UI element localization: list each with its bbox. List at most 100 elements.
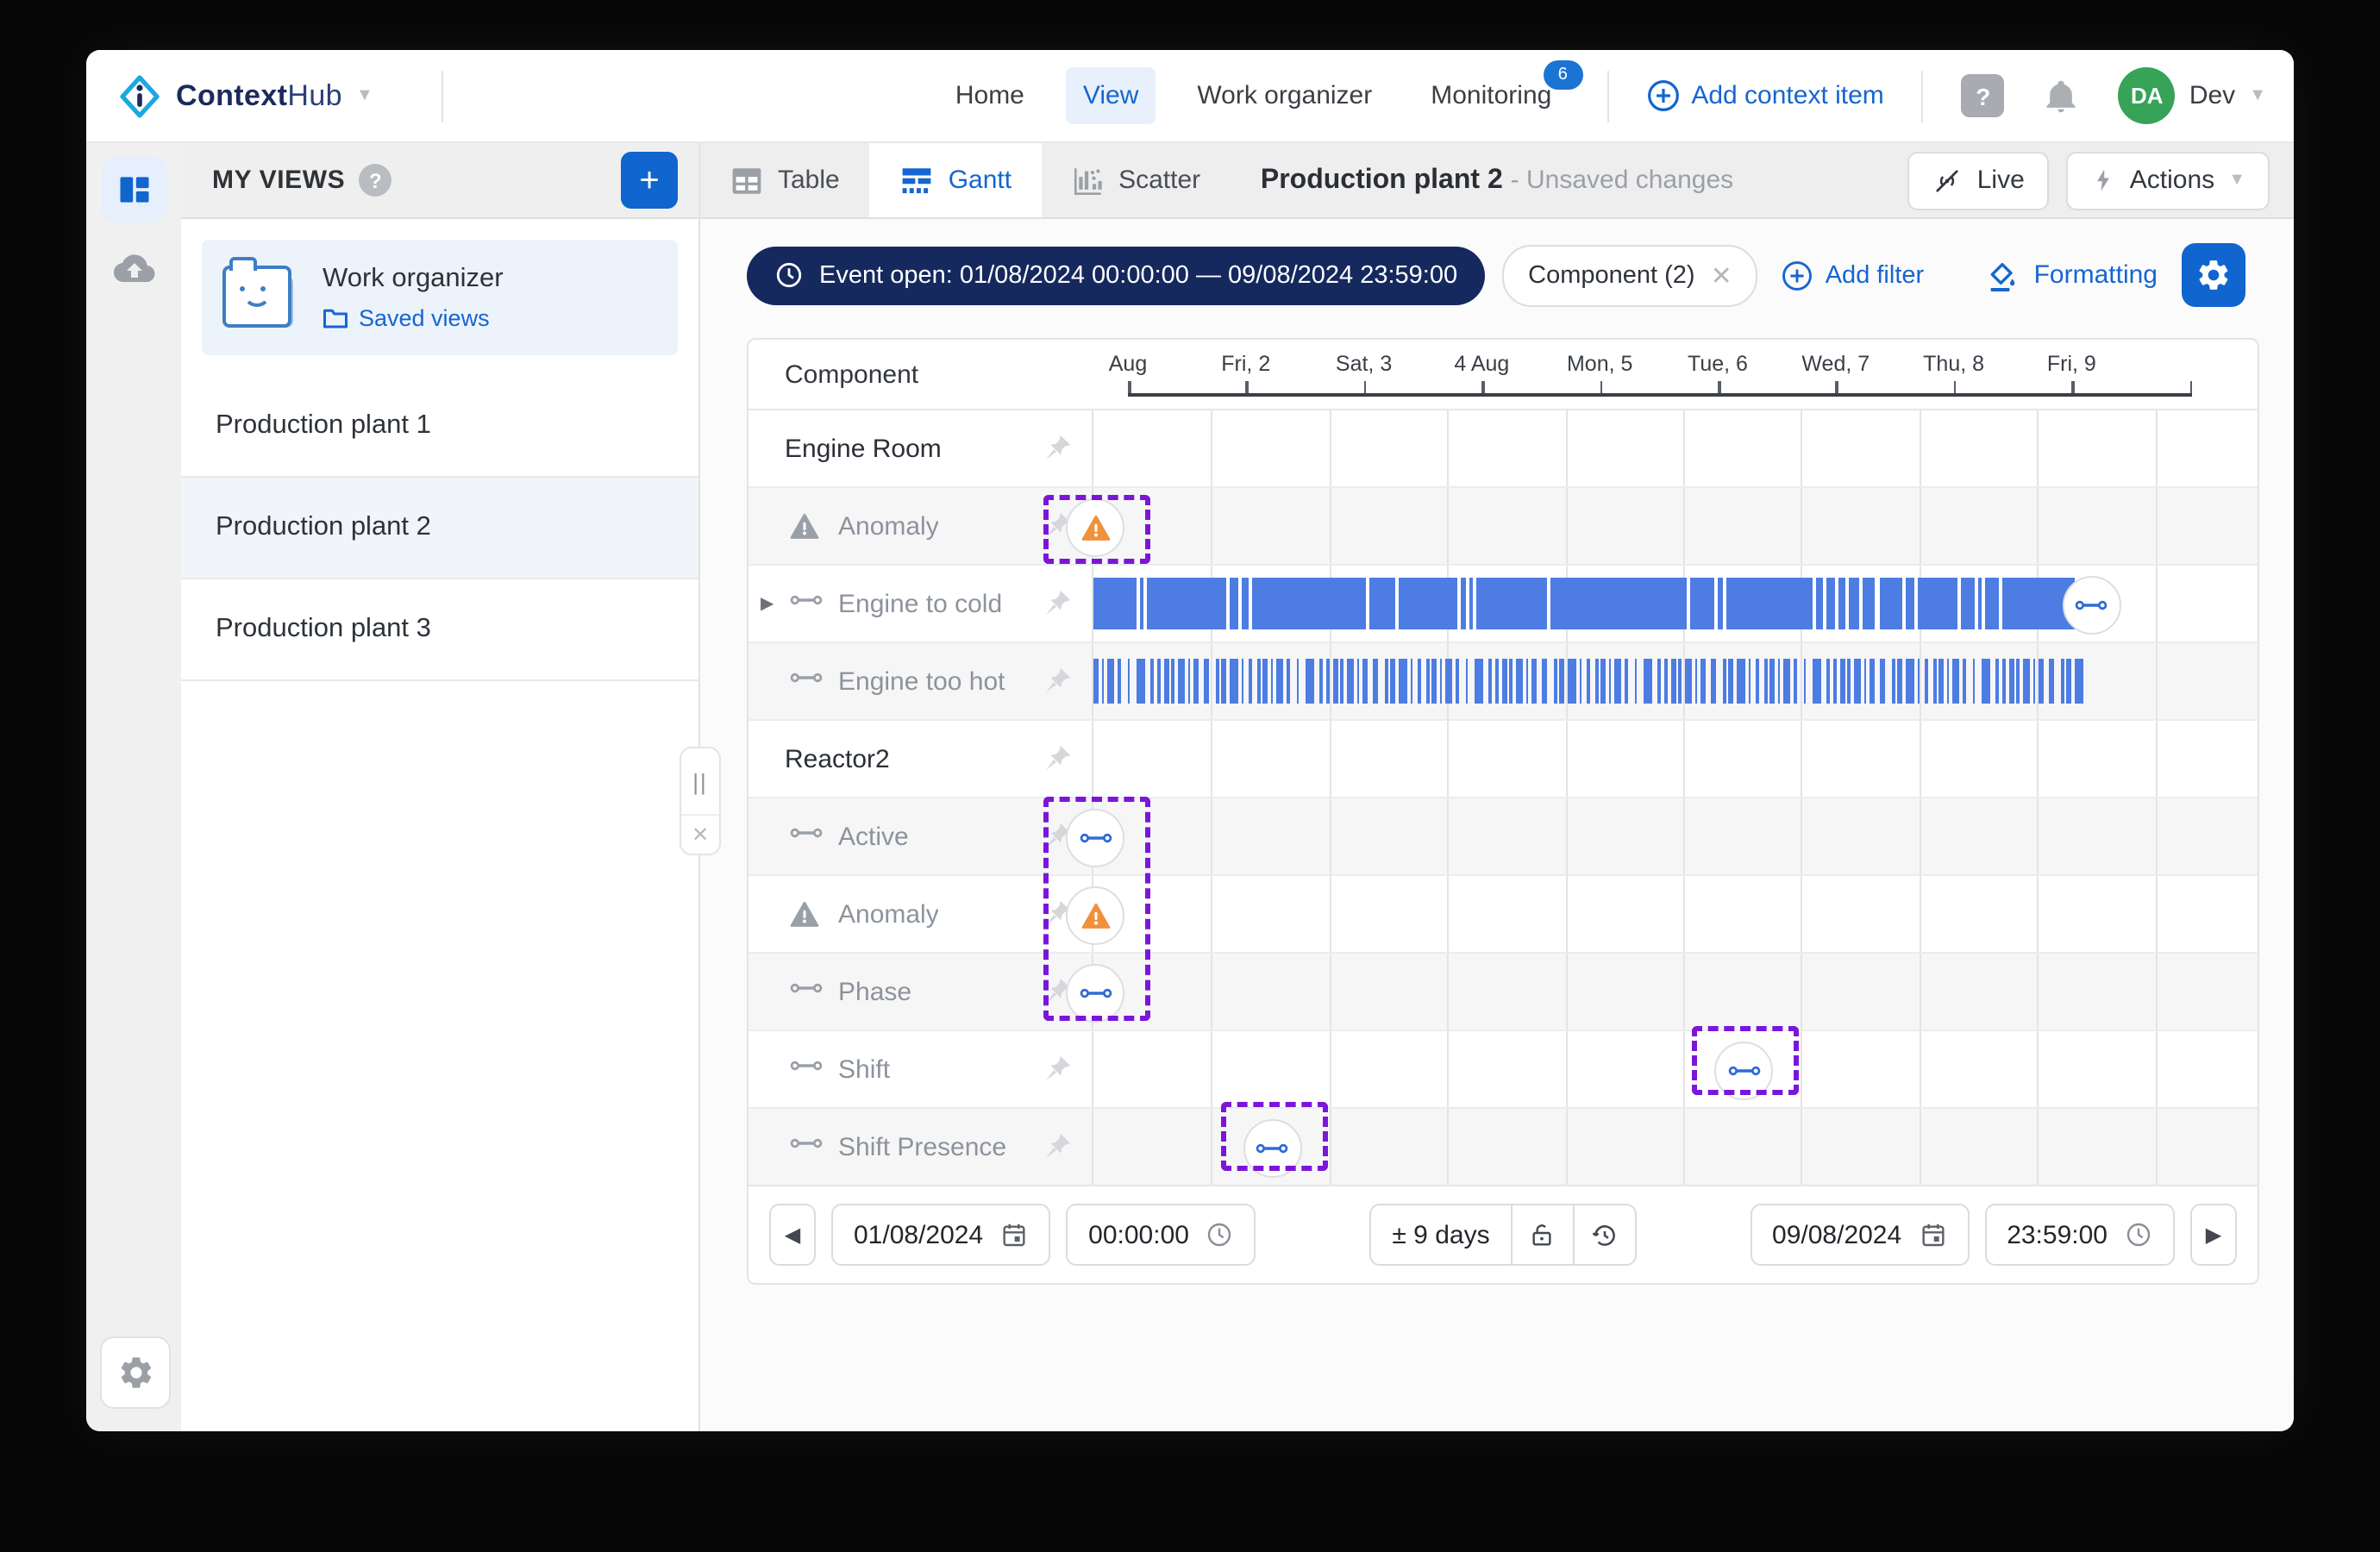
event-tick-bar[interactable] — [2066, 659, 2070, 704]
event-bar-segment[interactable] — [1460, 578, 1466, 629]
event-tick-bar[interactable] — [1541, 659, 1547, 704]
event-tick-bar[interactable] — [1287, 659, 1290, 704]
event-tick-bar[interactable] — [1710, 659, 1716, 704]
event-tick-bar[interactable] — [1587, 659, 1590, 704]
event-tick-bar[interactable] — [2008, 659, 2014, 704]
event-tick-bar[interactable] — [2022, 659, 2030, 704]
event-bar-segment[interactable] — [1231, 578, 1239, 629]
user-menu[interactable]: DA Dev ▼ — [2119, 67, 2266, 124]
event-tick-bar[interactable] — [1559, 659, 1563, 704]
nav-item-view[interactable]: View — [1066, 67, 1156, 124]
event-tick-bar[interactable] — [1917, 659, 1920, 704]
event-bar-segment[interactable] — [1826, 578, 1836, 629]
nav-item-home[interactable]: Home — [938, 67, 1042, 124]
event-tick-bar[interactable] — [1390, 659, 1394, 704]
event-tick-bar[interactable] — [1221, 659, 1225, 704]
event-tick-bar[interactable] — [1938, 659, 1944, 704]
gantt-settings-button[interactable] — [2182, 243, 2245, 307]
event-bar-segment[interactable] — [1690, 578, 1713, 629]
event-bar-segment[interactable] — [1477, 578, 1548, 629]
event-bar-segment[interactable] — [1839, 578, 1846, 629]
event-tick-bar[interactable] — [1106, 659, 1113, 704]
event-tick-bar[interactable] — [1794, 659, 1797, 704]
expand-caret-icon[interactable]: ▶ — [761, 594, 774, 613]
event-tick-bar[interactable] — [2074, 659, 2082, 704]
range-span-button[interactable]: ± 9 days — [1369, 1204, 1512, 1266]
add-view-button[interactable]: + — [621, 152, 678, 209]
event-tick-bar[interactable] — [1946, 659, 1949, 704]
event-tick-bar[interactable] — [1981, 659, 1989, 704]
interval-event-marker[interactable] — [1066, 964, 1124, 1023]
brand-chevron-down-icon[interactable]: ▼ — [356, 86, 373, 105]
event-tick-bar[interactable] — [1879, 659, 1885, 704]
event-tick-bar[interactable] — [1495, 659, 1498, 704]
event-tick-bar[interactable] — [1318, 659, 1323, 704]
notifications-bell-icon[interactable] — [2043, 77, 2081, 115]
event-tick-bar[interactable] — [1700, 659, 1705, 704]
event-tick-bar[interactable] — [2032, 659, 2035, 704]
event-tick-bar[interactable] — [1275, 659, 1282, 704]
shift-range-right-button[interactable]: ▶ — [2190, 1204, 2237, 1266]
event-bar-segment[interactable] — [1093, 578, 1137, 629]
event-tick-bar[interactable] — [1826, 659, 1830, 704]
history-button[interactable] — [1575, 1204, 1637, 1266]
event-tick-bar[interactable] — [1256, 659, 1260, 704]
event-tick-bar[interactable] — [1439, 659, 1442, 704]
actions-button[interactable]: Actions ▼ — [2066, 151, 2270, 210]
event-tick-bar[interactable] — [1515, 659, 1523, 704]
event-tick-bar[interactable] — [1634, 659, 1637, 704]
event-tick-bar[interactable] — [1777, 659, 1780, 704]
shift-range-left-button[interactable]: ◀ — [769, 1204, 816, 1266]
event-tick-bar[interactable] — [1501, 659, 1506, 704]
event-tick-bar[interactable] — [1118, 659, 1121, 704]
pin-icon[interactable] — [1043, 1054, 1073, 1083]
work-organizer-card[interactable]: Work organizer Saved views — [202, 240, 678, 355]
event-bar-segment[interactable] — [1141, 578, 1143, 629]
event-tick-bar[interactable] — [1579, 659, 1581, 704]
event-bar-segment[interactable] — [1469, 578, 1473, 629]
warning-event-marker[interactable] — [1066, 886, 1124, 945]
interval-event-marker[interactable] — [2063, 576, 2121, 635]
event-tick-bar[interactable] — [1262, 659, 1268, 704]
event-tick-bar[interactable] — [1465, 659, 1468, 704]
event-tick-bar[interactable] — [1853, 659, 1861, 704]
event-tick-bar[interactable] — [1398, 659, 1406, 704]
event-tick-bar[interactable] — [1270, 659, 1273, 704]
event-tick-bar[interactable] — [1346, 659, 1354, 704]
event-tick-bar[interactable] — [1525, 659, 1528, 704]
saved-views-link[interactable]: Saved views — [323, 305, 504, 331]
pin-icon[interactable] — [1043, 588, 1073, 617]
event-tick-bar[interactable] — [1625, 659, 1628, 704]
event-tick-bar[interactable] — [1431, 659, 1437, 704]
event-tick-bar[interactable] — [1474, 659, 1482, 704]
event-tick-bar[interactable] — [2002, 659, 2005, 704]
event-bar-segment[interactable] — [1147, 578, 1227, 629]
event-tick-bar[interactable] — [1456, 659, 1459, 704]
component-filter-chip[interactable]: Component (2) ✕ — [1502, 244, 1758, 306]
event-tick-bar[interactable] — [1812, 659, 1820, 704]
event-tick-bar[interactable] — [1488, 659, 1492, 704]
event-tick-bar[interactable] — [1608, 659, 1611, 704]
cloud-upload-rail-button[interactable] — [101, 236, 166, 302]
interval-event-marker[interactable] — [1714, 1042, 1773, 1100]
event-bar-segment[interactable] — [1985, 578, 1998, 629]
event-tick-bar[interactable] — [1951, 659, 1958, 704]
event-tick-bar[interactable] — [1372, 659, 1378, 704]
event-tick-bar[interactable] — [1136, 659, 1144, 704]
nav-item-monitoring[interactable]: Monitoring6 — [1413, 67, 1569, 124]
end-time-input[interactable]: 23:59:00 — [1984, 1204, 2175, 1266]
event-tick-bar[interactable] — [1157, 659, 1160, 704]
event-tick-bar[interactable] — [1782, 659, 1789, 704]
split-drag-handle[interactable]: || — [681, 748, 719, 816]
event-tick-bar[interactable] — [1171, 659, 1174, 704]
event-tick-bar[interactable] — [1613, 659, 1620, 704]
formatting-button[interactable]: Formatting — [1986, 258, 2158, 292]
sidebar-item-production-plant-3[interactable]: Production plant 3 — [181, 579, 698, 681]
event-tick-bar[interactable] — [1356, 659, 1359, 704]
tab-table[interactable]: Table — [700, 143, 869, 217]
sidebar-item-production-plant-1[interactable]: Production plant 1 — [181, 376, 698, 478]
event-tick-bar[interactable] — [1127, 659, 1130, 704]
split-close-icon[interactable]: ✕ — [681, 816, 719, 854]
event-tick-bar[interactable] — [1670, 659, 1675, 704]
event-tick-bar[interactable] — [1963, 659, 1966, 704]
